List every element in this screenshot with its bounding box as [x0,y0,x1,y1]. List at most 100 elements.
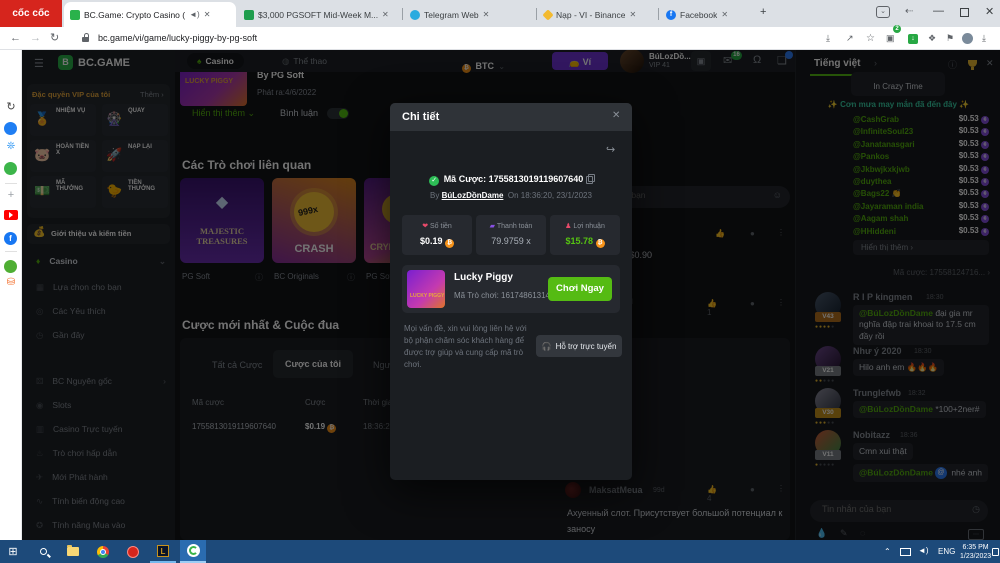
browser-tab-telegram[interactable]: Telegram Web ✕ [404,2,534,27]
winner-name[interactable]: @Jkbwjkxkjwb [853,165,910,174]
browser-tab-binance[interactable]: Nạp - VI - Binance ✕ [538,2,656,27]
comments-toggle[interactable] [327,108,349,119]
more-menu-icon[interactable]: ⋮ [777,484,785,493]
league-of-legends-icon[interactable]: L [150,540,176,563]
referral-button[interactable]: 💰 Giới thiệu và kiếm tiền [27,224,170,244]
mail-icon[interactable]: ✉16 [723,54,732,67]
vip-tile-bonus-code[interactable]: 💵MÃ THƯỞNG [30,176,96,208]
info-icon[interactable]: ⓘ [948,58,957,71]
dislike-icon[interactable]: ● [750,229,755,238]
header-username[interactable]: BúLozDồ... [649,52,691,61]
vault-icon[interactable]: ▣ [691,51,711,71]
like-icon[interactable]: 👍 1 [707,299,717,317]
trophy-icon[interactable] [968,60,977,67]
adblock-extension-icon[interactable]: ▣2 [886,27,895,50]
green-app-icon[interactable] [4,260,17,273]
winner-name[interactable]: @Janatanasgari [853,140,915,149]
zalo-icon[interactable]: ❊ [0,141,22,152]
lock-icon[interactable] [82,37,89,42]
youtube-icon[interactable] [4,210,18,220]
chat-bubble-icon[interactable]: ❑ [777,54,787,67]
sidebar-item-buyin[interactable]: ✪Tính năng Mua vào [36,516,166,534]
sidebar-item-originals[interactable]: ⚄BC Nguyên gốc› [36,372,166,390]
bell-icon[interactable]: Ω [753,54,761,66]
forward-icon[interactable]: → [30,27,41,50]
tab-close-icon[interactable]: ✕ [483,10,490,19]
rain-drop-icon[interactable]: 💧 [816,528,827,539]
games-icon[interactable] [4,162,17,175]
like-icon[interactable]: 👍 4 [707,485,717,503]
mention[interactable]: @BúLozDồnDame [859,467,933,477]
currency-selector[interactable]: ₿ BTC ⌄ [462,56,505,74]
tab-casino[interactable]: ♠Casino [187,53,244,69]
coccoc-taskbar-icon[interactable] [180,540,206,563]
browser-tab-bcgame[interactable]: BC.Game: Crypto Casino ( ◄) ✕ [64,2,236,27]
sidebar-item-picks[interactable]: ▦Lựa chọn cho bạn [36,278,166,296]
info-icon[interactable]: ⓘ [347,272,355,283]
gif-icon[interactable]: ⋯ [968,529,984,540]
tab-sports[interactable]: ◍Thể thao [272,53,337,69]
vip-more-link[interactable]: Thêm › [140,90,164,99]
sidebar-item-recent[interactable]: ◷Gần đây [36,326,166,344]
messenger-icon[interactable] [4,122,17,135]
back-icon[interactable]: ← [10,27,21,50]
taskbar-search-icon[interactable] [30,540,56,563]
chat-username[interactable]: R I P kingmen [853,292,912,302]
bet-row-id[interactable]: 1755813019119607640 [192,422,276,431]
add-app-icon[interactable]: + [0,189,22,201]
dislike-icon[interactable]: ● [750,485,755,494]
red-app-icon[interactable] [120,540,146,563]
copy-icon[interactable] [586,174,593,182]
tray-chevron-icon[interactable]: ⌃ [884,547,891,556]
emoji-clock-icon[interactable]: ◷ [972,504,980,515]
facebook-rail-icon[interactable]: f [4,232,17,245]
winner-name[interactable]: @HHiddeni [853,227,896,236]
sidebar-item-slots[interactable]: ◉Slots [36,396,166,414]
emoji-icon[interactable]: ☺ [773,190,782,200]
downloader-extension-icon[interactable]: ↓ [908,34,918,44]
modal-close-icon[interactable]: ✕ [612,110,620,121]
chat-rules-icon[interactable]: ✎ [840,528,848,539]
action-center-icon[interactable] [992,548,999,556]
winner-name[interactable]: @Bags22 👏 [853,189,901,198]
winner-name[interactable]: @Pankos [853,152,889,161]
url-input[interactable] [96,30,516,46]
window-close-button[interactable]: ✕ [985,5,994,18]
vip-tile-missions[interactable]: 🏅NHIỆM VỤ [30,104,96,136]
bcgame-logo-text[interactable]: BC.GAME [78,57,130,69]
win-notification-card[interactable]: In Crazy Time [851,72,945,96]
sidebar-item-volatility[interactable]: ∿Tính biến động cao [36,492,166,510]
dislike-icon[interactable]: ● [750,299,755,308]
support-button[interactable]: 🎧Hỗ trợ trực tuyến [536,335,622,357]
taskbar-clock[interactable]: 6:35 PM1/23/2023 [960,543,991,561]
tab-close-icon[interactable]: ✕ [204,10,211,19]
sidebar-item-new-releases[interactable]: ✈Mới Phát hành [36,468,166,486]
file-explorer-icon[interactable] [60,540,86,563]
window-maximize-button[interactable] [960,8,969,17]
bets-tab-all[interactable]: Tất cả Cược [212,360,262,370]
winner-name[interactable]: @CashGrab [853,115,899,124]
bet-id-value[interactable]: 1755813019119607640 [489,174,584,184]
chat-username[interactable]: Nobitazz [853,430,890,440]
browser-tab-facebook[interactable]: f Facebook ✕ [660,2,752,27]
vip-tile-spin[interactable]: 🎡QUAY [102,104,168,136]
comment-author[interactable]: MaksatMeua [589,485,643,495]
profile-avatar-icon[interactable] [962,33,973,44]
share-icon[interactable]: ↪ [606,143,615,156]
winner-name[interactable]: @InfiniteSoul23 [853,127,913,136]
sidebar-item-hot-games[interactable]: ♨Trò chơi hấp dẫn [36,444,166,462]
sidebar-item-live-casino[interactable]: ▥Casino Trực tuyến [36,420,166,438]
sidebar-item-casino[interactable]: ♦Casino⌄ [36,252,166,270]
vip-tile-cashback[interactable]: 🐷HOÀN TIỀN X [30,140,96,172]
bettor-name[interactable]: BúLozDồnDame [442,191,504,200]
more-menu-icon[interactable]: ⋮ [777,298,785,307]
winner-name[interactable]: @Jayaraman india [853,202,924,211]
extensions-puzzle-icon[interactable]: ❖ [928,27,936,50]
download-icon[interactable]: ⤓ [982,27,986,50]
show-more-link[interactable]: Hiển thị thêm ⌄ [192,108,255,119]
coccoc-brand-logo[interactable]: cốc cốc [0,0,62,27]
user-avatar[interactable] [620,50,644,73]
like-icon[interactable]: 👍 [715,229,725,238]
modal-game-thumbnail[interactable]: LUCKY PIGGY [407,270,445,308]
avatar[interactable] [565,482,581,498]
